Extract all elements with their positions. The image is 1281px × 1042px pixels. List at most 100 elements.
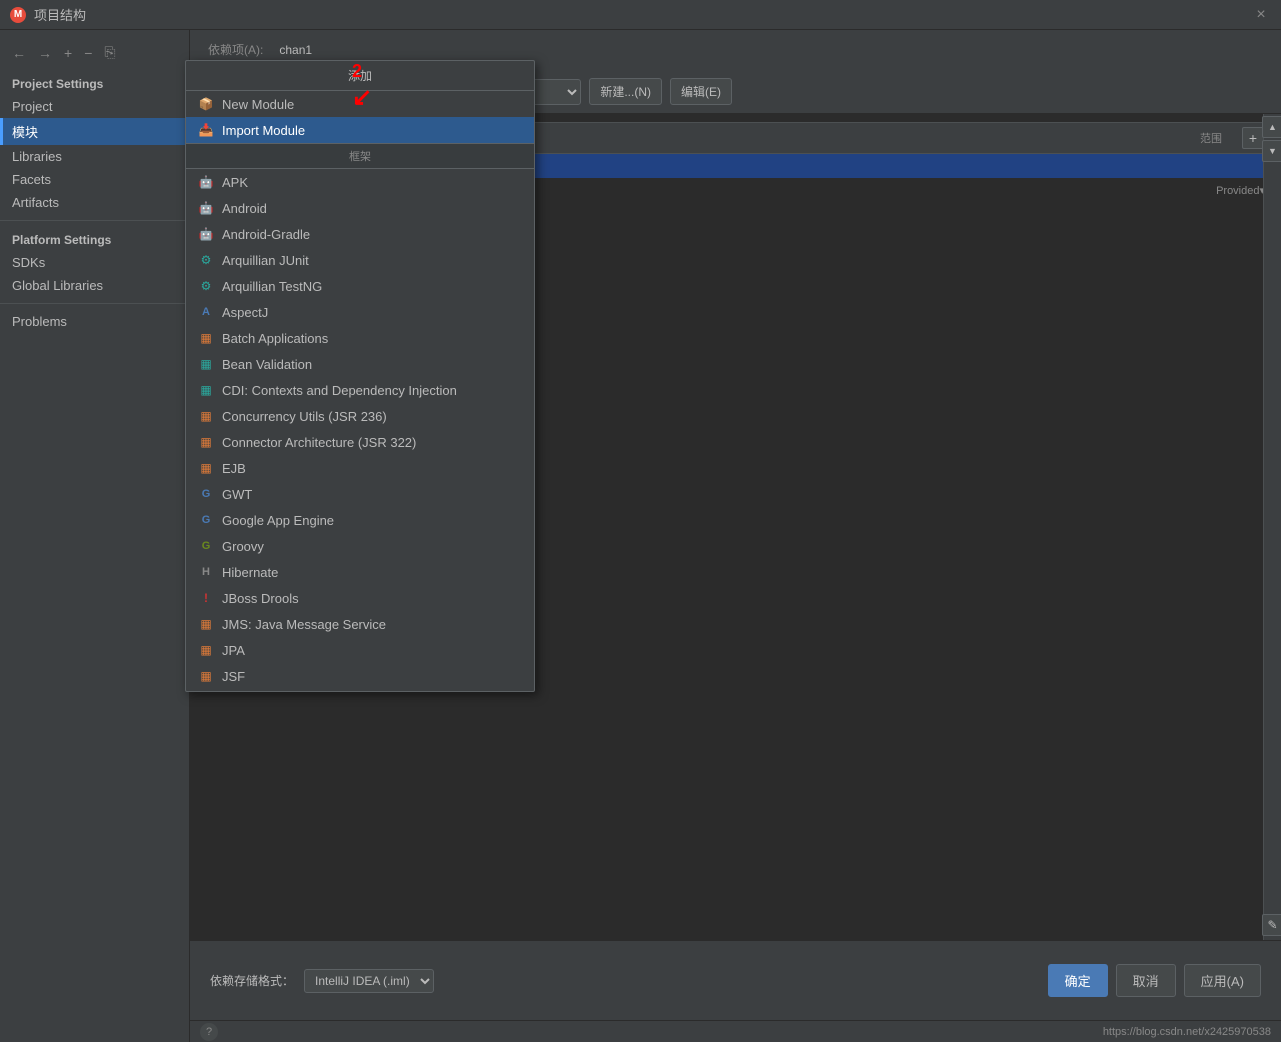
jms-icon: ▦ <box>198 616 214 632</box>
sidebar-divider-2 <box>0 303 189 304</box>
aspectj-label: AspectJ <box>222 305 268 320</box>
dropdown-item-cdi[interactable]: ▦ CDI: Contexts and Dependency Injection <box>186 377 534 403</box>
new-module-label: New Module <box>222 97 294 112</box>
help-button[interactable]: ? <box>200 1023 218 1041</box>
forward-button[interactable]: → <box>34 43 56 63</box>
jboss-drools-label: JBoss Drools <box>222 591 299 606</box>
dropdown-item-google-app-engine[interactable]: G Google App Engine <box>186 507 534 533</box>
connector-icon: ▦ <box>198 434 214 450</box>
status-bar: ? https://blog.csdn.net/x2425970538 <box>190 1020 1281 1042</box>
bottom-bar: 依赖存储格式： IntelliJ IDEA (.iml) 确定 取消 应用(A) <box>190 940 1281 1020</box>
dropdown-item-apk[interactable]: 🤖 APK <box>186 169 534 195</box>
arquillian-junit-icon: ⚙ <box>198 252 214 268</box>
dropdown-item-aspectj[interactable]: A AspectJ <box>186 299 534 325</box>
jpa-icon: ▦ <box>198 642 214 658</box>
android-gradle-icon: 🤖 <box>198 226 214 242</box>
concurrency-icon: ▦ <box>198 408 214 424</box>
sidebar-item-sdks[interactable]: SDKs <box>0 251 189 274</box>
dropdown-menu: 添加 📦 New Module 📥 Import Module 框架 🤖 APK… <box>185 60 535 692</box>
dropdown-item-bean-validation[interactable]: ▦ Bean Validation <box>186 351 534 377</box>
cdi-label: CDI: Contexts and Dependency Injection <box>222 383 457 398</box>
sidebar-item-artifacts[interactable]: Artifacts <box>0 191 189 214</box>
add-button[interactable]: + <box>60 43 76 63</box>
bean-validation-icon: ▦ <box>198 356 214 372</box>
toolbar-label: 依赖项(A): <box>208 41 263 58</box>
dropdown-item-android[interactable]: 🤖 Android <box>186 195 534 221</box>
bean-validation-label: Bean Validation <box>222 357 312 372</box>
apk-label: APK <box>222 175 248 190</box>
sidebar-item-modules[interactable]: 模块 <box>0 118 189 145</box>
dropdown-item-android-gradle[interactable]: 🤖 Android-Gradle <box>186 221 534 247</box>
sidebar-item-libraries[interactable]: Libraries <box>0 145 189 168</box>
add-dep-button[interactable]: + <box>1242 127 1264 149</box>
window-title: 项目结构 <box>34 5 86 24</box>
cdi-icon: ▦ <box>198 382 214 398</box>
app-icon: M <box>10 7 26 23</box>
project-settings-label: Project Settings <box>0 71 189 95</box>
ejb-label: EJB <box>222 461 246 476</box>
dropdown-item-connector[interactable]: ▦ Connector Architecture (JSR 322) <box>186 429 534 455</box>
dropdown-item-groovy[interactable]: G Groovy <box>186 533 534 559</box>
google-app-engine-label: Google App Engine <box>222 513 334 528</box>
dropdown-item-arquillian-testng[interactable]: ⚙ Arquillian TestNG <box>186 273 534 299</box>
dropdown-item-jboss-drools[interactable]: ! JBoss Drools <box>186 585 534 611</box>
import-module-label: Import Module <box>222 123 305 138</box>
framework-section-label: 框架 <box>186 143 534 169</box>
sidebar-nav-buttons: ← → + − ⎘ <box>0 38 189 67</box>
groovy-label: Groovy <box>222 539 264 554</box>
status-url: https://blog.csdn.net/x2425970538 <box>1103 1026 1271 1038</box>
ejb-icon: ▦ <box>198 460 214 476</box>
dropdown-item-json-binding[interactable]: ▦ JSON Binding <box>186 689 534 691</box>
dropdown-item-jsf[interactable]: ▦ JSF <box>186 663 534 689</box>
cancel-button[interactable]: 取消 <box>1116 964 1176 997</box>
dropdown-item-jms[interactable]: ▦ JMS: Java Message Service <box>186 611 534 637</box>
edit-dep-button[interactable]: ✎ <box>1262 914 1281 936</box>
gwt-label: GWT <box>222 487 252 502</box>
close-button[interactable]: × <box>1251 5 1271 25</box>
batch-icon: ▦ <box>198 330 214 346</box>
dropdown-item-concurrency[interactable]: ▦ Concurrency Utils (JSR 236) <box>186 403 534 429</box>
sidebar-item-project[interactable]: Project <box>0 95 189 118</box>
back-button[interactable]: ← <box>8 43 30 63</box>
dropdown-item-gwt[interactable]: G GWT <box>186 481 534 507</box>
copy-button[interactable]: ⎘ <box>100 42 119 63</box>
dropdown-scroll: 📦 New Module 📥 Import Module 框架 🤖 APK 🤖 … <box>186 91 534 691</box>
confirm-button[interactable]: 确定 <box>1048 964 1108 997</box>
android-gradle-label: Android-Gradle <box>222 227 310 242</box>
arquillian-junit-label: Arquillian JUnit <box>222 253 309 268</box>
remove-button[interactable]: − <box>80 43 96 63</box>
dropdown-item-new-module[interactable]: 📦 New Module <box>186 91 534 117</box>
scroll-up-button[interactable]: ▲ <box>1262 116 1281 138</box>
dropdown-item-arquillian-junit[interactable]: ⚙ Arquillian JUnit <box>186 247 534 273</box>
platform-settings-label: Platform Settings <box>0 227 189 251</box>
jsf-icon: ▦ <box>198 668 214 684</box>
groovy-icon: G <box>198 538 214 554</box>
import-module-icon: 📥 <box>198 122 214 138</box>
scroll-down-button[interactable]: ▼ <box>1262 140 1281 162</box>
sidebar-item-global-libraries[interactable]: Global Libraries <box>0 274 189 297</box>
sidebar-item-facets[interactable]: Facets <box>0 168 189 191</box>
dropdown-item-import-module[interactable]: 📥 Import Module <box>186 117 534 143</box>
sidebar-divider-1 <box>0 220 189 221</box>
title-bar: M 项目结构 × <box>0 0 1281 30</box>
dropdown-item-hibernate[interactable]: H Hibernate <box>186 559 534 585</box>
tab-label: chan1 <box>279 43 312 57</box>
sidebar-item-problems[interactable]: Problems <box>0 310 189 333</box>
sidebar: ← → + − ⎘ Project Settings Project 模块 Li… <box>0 30 190 1042</box>
dep-junit-scope[interactable]: Provided▾ <box>1216 184 1265 197</box>
edit-sdk-button[interactable]: 编辑(E) <box>670 78 732 105</box>
dropdown-item-batch[interactable]: ▦ Batch Applications <box>186 325 534 351</box>
jboss-drools-icon: ! <box>198 590 214 606</box>
jms-label: JMS: Java Message Service <box>222 617 386 632</box>
gwt-icon: G <box>198 486 214 502</box>
apply-button[interactable]: 应用(A) <box>1184 964 1261 997</box>
batch-label: Batch Applications <box>222 331 328 346</box>
storage-select[interactable]: IntelliJ IDEA (.iml) <box>304 969 434 993</box>
dropdown-item-jpa[interactable]: ▦ JPA <box>186 637 534 663</box>
storage-label: 依赖存储格式： <box>210 972 294 989</box>
google-app-engine-icon: G <box>198 512 214 528</box>
new-sdk-button[interactable]: 新建...(N) <box>589 78 662 105</box>
concurrency-label: Concurrency Utils (JSR 236) <box>222 409 387 424</box>
dropdown-item-ejb[interactable]: ▦ EJB <box>186 455 534 481</box>
hibernate-icon: H <box>198 564 214 580</box>
